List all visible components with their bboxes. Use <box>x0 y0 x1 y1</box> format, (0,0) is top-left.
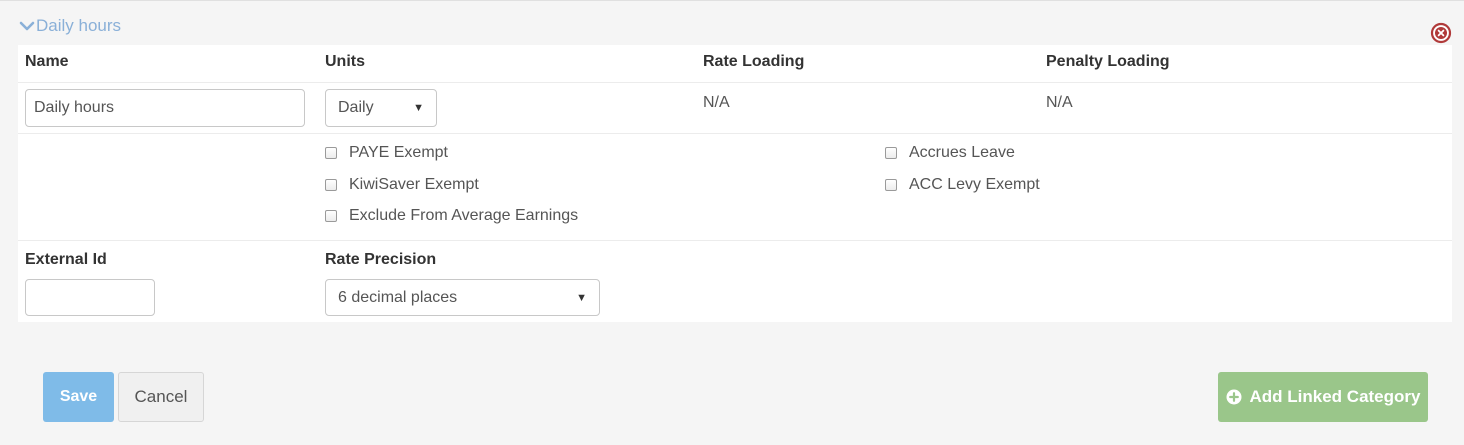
rate-precision-value: 6 decimal places <box>338 288 458 306</box>
rate-precision-label: Rate Precision <box>325 251 437 268</box>
section-title: Daily hours <box>36 16 122 35</box>
kiwisaver-exempt-checkbox[interactable]: KiwiSaver Exempt <box>325 176 479 194</box>
checkbox-box[interactable] <box>885 179 897 191</box>
row-divider <box>18 133 1452 134</box>
external-id-label: External Id <box>25 251 107 268</box>
paye-exempt-checkbox[interactable]: PAYE Exempt <box>325 144 448 162</box>
checkbox-box[interactable] <box>885 147 897 159</box>
name-header: Name <box>25 53 69 70</box>
units-select-value: Daily <box>338 99 374 116</box>
top-divider <box>0 0 1464 1</box>
cancel-button[interactable]: Cancel <box>118 372 204 422</box>
row-divider <box>18 240 1452 241</box>
penalty-loading-value: N/A <box>1046 94 1073 111</box>
checkbox-label: ACC Levy Exempt <box>909 176 1040 193</box>
checkbox-label: Exclude From Average Earnings <box>349 207 579 224</box>
remove-icon[interactable] <box>1430 22 1452 44</box>
collapse-toggle[interactable]: Daily hours <box>19 16 121 36</box>
plus-circle-icon <box>1226 389 1242 405</box>
checkbox-label: Accrues Leave <box>909 144 1015 161</box>
checkbox-label: PAYE Exempt <box>349 144 448 161</box>
external-id-input[interactable] <box>25 279 155 316</box>
units-select[interactable]: Daily ▼ <box>325 89 437 127</box>
penalty-loading-header: Penalty Loading <box>1046 53 1170 70</box>
acc-levy-exempt-checkbox[interactable]: ACC Levy Exempt <box>885 176 1040 194</box>
save-button[interactable]: Save <box>43 372 114 422</box>
chevron-down-icon <box>19 21 35 31</box>
checkbox-box[interactable] <box>325 147 337 159</box>
rate-loading-header: Rate Loading <box>703 53 805 70</box>
category-panel: Name Units Rate Loading Penalty Loading … <box>18 45 1452 322</box>
units-header: Units <box>325 53 365 70</box>
add-linked-category-label: Add Linked Category <box>1249 387 1421 406</box>
rate-precision-select[interactable]: 6 decimal places ▼ <box>325 279 600 316</box>
exclude-average-earnings-checkbox[interactable]: Exclude From Average Earnings <box>325 207 578 225</box>
checkbox-label: KiwiSaver Exempt <box>349 176 479 193</box>
name-input[interactable] <box>25 89 305 127</box>
rate-loading-value: N/A <box>703 94 730 111</box>
add-linked-category-button[interactable]: Add Linked Category <box>1218 372 1428 422</box>
checkbox-box[interactable] <box>325 210 337 222</box>
caret-down-icon: ▼ <box>413 102 424 114</box>
accrues-leave-checkbox[interactable]: Accrues Leave <box>885 144 1015 162</box>
checkbox-box[interactable] <box>325 179 337 191</box>
caret-down-icon: ▼ <box>576 291 587 304</box>
header-divider <box>18 82 1452 83</box>
